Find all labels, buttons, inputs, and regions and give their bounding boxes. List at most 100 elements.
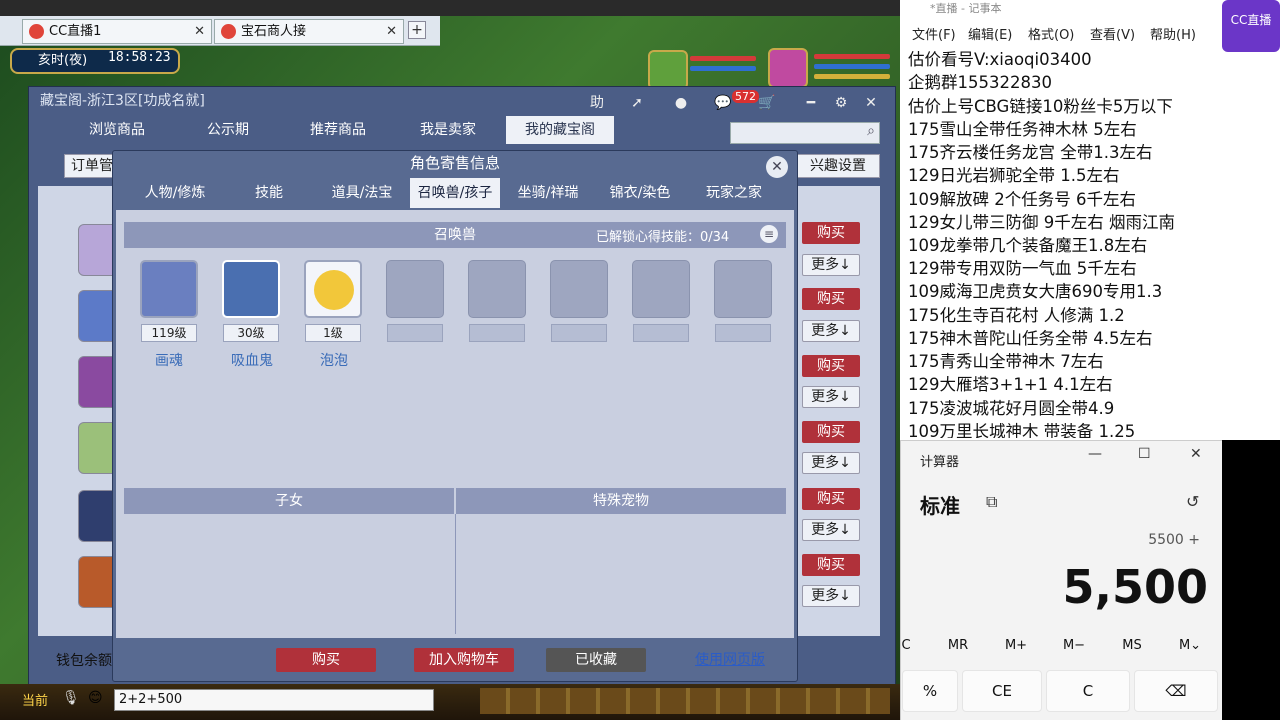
note-line: 129带专用双防一气血 5千左右 <box>908 259 1137 278</box>
calculator-display: 5,500 <box>1062 560 1208 614</box>
tab-pets[interactable]: 召唤兽/孩子 <box>410 178 500 208</box>
player-portrait[interactable] <box>768 48 808 88</box>
divider <box>455 514 456 634</box>
emoji-icon[interactable]: 😊 <box>88 690 103 706</box>
tab-recommended[interactable]: 推荐商品 <box>284 116 392 144</box>
buy-button[interactable]: 购买 <box>802 554 860 576</box>
history-icon[interactable]: ↺ <box>1186 492 1199 511</box>
memory-subtract-button[interactable]: M− <box>1054 638 1094 653</box>
microphone-icon[interactable]: 🎙 <box>62 690 80 706</box>
buy-button[interactable]: 购买 <box>276 648 376 672</box>
maximize-icon[interactable]: ☐ <box>1138 446 1151 462</box>
pet-slot[interactable] <box>140 260 198 318</box>
search-icon[interactable]: ⌕ <box>867 123 875 139</box>
add-to-cart-button[interactable]: 加入购物车 <box>414 648 514 672</box>
empty-pet-slot[interactable] <box>468 260 526 318</box>
tab-items[interactable]: 道具/法宝 <box>318 178 406 208</box>
web-version-link[interactable]: 使用网页版 <box>680 648 780 672</box>
more-button[interactable]: 更多↓ <box>802 519 860 541</box>
more-button[interactable]: 更多↓ <box>802 585 860 607</box>
clear-entry-button[interactable]: CE <box>962 670 1042 712</box>
pet-slot[interactable] <box>304 260 362 318</box>
settings-icon[interactable]: ⚙ <box>828 92 854 114</box>
children-panel-header: 子女 <box>124 488 454 514</box>
close-icon[interactable]: ✕ <box>194 20 205 43</box>
empty-pet-slot[interactable] <box>632 260 690 318</box>
tab-outfits[interactable]: 锦衣/染色 <box>596 178 684 208</box>
window-titlebar <box>0 0 900 16</box>
pet-hp-bar <box>690 56 756 61</box>
note-line: 175雪山全带任务神木林 5左右 <box>908 120 1137 139</box>
pet-slot[interactable] <box>222 260 280 318</box>
tab-my-treasure[interactable]: 我的藏宝阁 <box>506 116 614 144</box>
more-button[interactable]: 更多↓ <box>802 386 860 408</box>
calculator-mode[interactable]: 标准 <box>920 490 960 519</box>
minimize-icon[interactable]: ━ <box>798 92 824 114</box>
skill-toolbar[interactable] <box>480 688 890 714</box>
favorited-button[interactable]: 已收藏 <box>546 648 646 672</box>
memory-store-button[interactable]: MS <box>1112 638 1152 653</box>
menu-format[interactable]: 格式(O) <box>1028 24 1074 43</box>
more-button[interactable]: 更多↓ <box>802 452 860 474</box>
empty-pet-slot[interactable] <box>550 260 608 318</box>
chat-channel[interactable]: 当前 <box>22 690 48 709</box>
empty-level <box>387 324 443 342</box>
close-icon[interactable]: ✕ <box>386 20 397 43</box>
tab-skills[interactable]: 技能 <box>226 178 312 208</box>
tab-browse[interactable]: 浏览商品 <box>62 116 172 144</box>
tab-label: 宝石商人接 <box>241 24 307 39</box>
buy-button[interactable]: 购买 <box>802 488 860 510</box>
minimize-icon[interactable]: — <box>1088 446 1102 462</box>
tab-gem-merchant[interactable]: 宝石商人接 ✕ <box>214 19 404 44</box>
new-tab-button[interactable]: + <box>408 21 426 39</box>
backspace-button[interactable]: ⌫ <box>1134 670 1218 712</box>
buy-button[interactable]: 购买 <box>802 222 860 244</box>
percent-button[interactable]: % <box>902 670 958 712</box>
memory-list-button[interactable]: M⌄ <box>1170 638 1210 653</box>
share-icon[interactable]: ➚ <box>624 92 650 114</box>
more-button[interactable]: 更多↓ <box>802 320 860 342</box>
clear-button[interactable]: C <box>1046 670 1130 712</box>
search-input[interactable]: ⌕ <box>730 122 880 144</box>
memory-recall-button[interactable]: MR <box>938 638 978 653</box>
pet-name[interactable]: 泡泡 <box>304 350 364 370</box>
close-icon[interactable]: ✕ <box>858 92 884 114</box>
empty-level <box>469 324 525 342</box>
cart-icon[interactable]: 🛒 <box>754 92 780 114</box>
pet-level: 119级 <box>141 324 197 342</box>
menu-file[interactable]: 文件(F) <box>912 24 956 43</box>
buy-button[interactable]: 购买 <box>802 288 860 310</box>
menu-view[interactable]: 查看(V) <box>1090 24 1135 43</box>
tab-announcement[interactable]: 公示期 <box>174 116 282 144</box>
tab-home[interactable]: 玩家之家 <box>690 178 778 208</box>
tab-cc-live[interactable]: CC直播1 ✕ <box>22 19 212 44</box>
buy-button[interactable]: 购买 <box>802 421 860 443</box>
pet-portrait[interactable] <box>648 50 688 90</box>
note-line: 109万里长城神木 带装备 1.25 <box>908 422 1136 438</box>
memory-clear-button[interactable]: C <box>898 638 914 653</box>
pet-name[interactable]: 画魂 <box>139 350 199 370</box>
record-icon[interactable]: ● <box>668 92 694 114</box>
note-line: 175青秀山全带神木 7左右 <box>908 352 1104 371</box>
tab-mounts[interactable]: 坐骑/祥瑞 <box>504 178 592 208</box>
chat-input[interactable]: 2+2+500 <box>114 689 434 711</box>
empty-pet-slot[interactable] <box>714 260 772 318</box>
interest-settings-button[interactable]: 兴趣设置 <box>796 154 880 178</box>
empty-pet-slot[interactable] <box>386 260 444 318</box>
tab-label: CC直播1 <box>49 24 102 39</box>
note-line: 109龙拳带几个装备魔王1.8左右 <box>908 236 1148 255</box>
close-icon[interactable]: ✕ <box>1190 446 1202 462</box>
menu-icon[interactable]: ≡ <box>760 225 778 243</box>
keep-on-top-icon[interactable]: ⧉ <box>986 492 997 512</box>
window-title: 藏宝阁-浙江3区[功成名就] <box>40 93 205 109</box>
memory-add-button[interactable]: M+ <box>996 638 1036 653</box>
tab-seller[interactable]: 我是卖家 <box>394 116 502 144</box>
close-icon[interactable]: ✕ <box>766 156 788 178</box>
pet-name[interactable]: 吸血鬼 <box>222 350 282 370</box>
help-button[interactable]: 助 <box>584 92 610 114</box>
menu-help[interactable]: 帮助(H) <box>1150 24 1196 43</box>
tab-character[interactable]: 人物/修炼 <box>130 178 220 208</box>
menu-edit[interactable]: 编辑(E) <box>968 24 1012 43</box>
more-button[interactable]: 更多↓ <box>802 254 860 276</box>
buy-button[interactable]: 购买 <box>802 355 860 377</box>
